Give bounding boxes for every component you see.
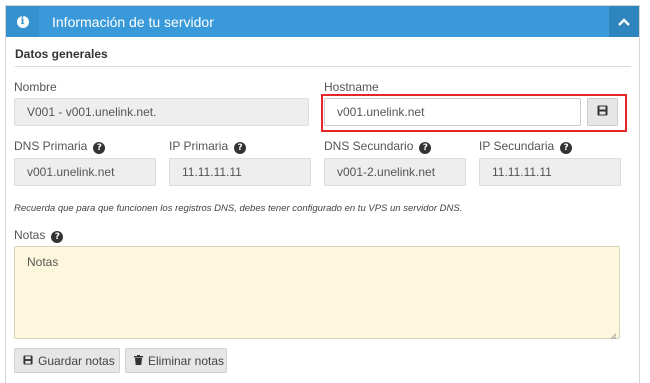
ip-primaria-field: 11.11.11.11: [169, 158, 311, 186]
section-title: Datos generales: [15, 47, 108, 61]
section-divider: [15, 66, 631, 67]
dns-primaria-label: DNS Primaria?: [14, 139, 106, 154]
dns-hint-text: Recuerda que para que funcionen los regi…: [14, 203, 463, 214]
floppy-disk-icon: [23, 354, 33, 368]
nombre-field: V001 - v001.unelink.net.: [14, 98, 309, 126]
save-notes-label: Guardar notas: [38, 353, 115, 368]
dns-secundario-label: DNS Secundario?: [324, 139, 432, 154]
ip-primaria-label: IP Primaria?: [169, 139, 247, 154]
question-circle-icon[interactable]: ?: [234, 142, 247, 154]
dns-secundario-field: v001-2.unelink.net: [324, 158, 466, 186]
delete-notes-button[interactable]: Eliminar notas: [125, 348, 227, 373]
notes-textarea[interactable]: Notas: [14, 246, 620, 340]
info-icon: i: [6, 6, 39, 37]
resize-grip-icon[interactable]: [610, 329, 617, 340]
notes-placeholder: Notas: [27, 255, 59, 269]
panel-title: Información de tu servidor: [52, 14, 214, 30]
dns-primaria-field: v001.unelink.net: [14, 158, 156, 186]
save-notes-button[interactable]: Guardar notas: [14, 348, 120, 373]
question-circle-icon[interactable]: ?: [51, 231, 64, 243]
question-circle-icon[interactable]: ?: [560, 142, 573, 154]
ip-secundaria-field: 11.11.11.11: [479, 158, 621, 186]
question-circle-icon[interactable]: ?: [419, 142, 432, 154]
hostname-highlight: [321, 94, 627, 132]
trash-icon: [134, 354, 143, 368]
panel-header: i Información de tu servidor: [6, 6, 639, 37]
delete-notes-label: Eliminar notas: [148, 353, 225, 368]
nombre-label: Nombre: [14, 80, 57, 94]
question-circle-icon[interactable]: ?: [93, 142, 106, 154]
hostname-label: Hostname: [324, 80, 379, 94]
chevron-up-icon[interactable]: [609, 6, 639, 37]
ip-secundaria-label: IP Secundaria?: [479, 139, 573, 154]
notas-label: Notas?: [14, 228, 64, 243]
